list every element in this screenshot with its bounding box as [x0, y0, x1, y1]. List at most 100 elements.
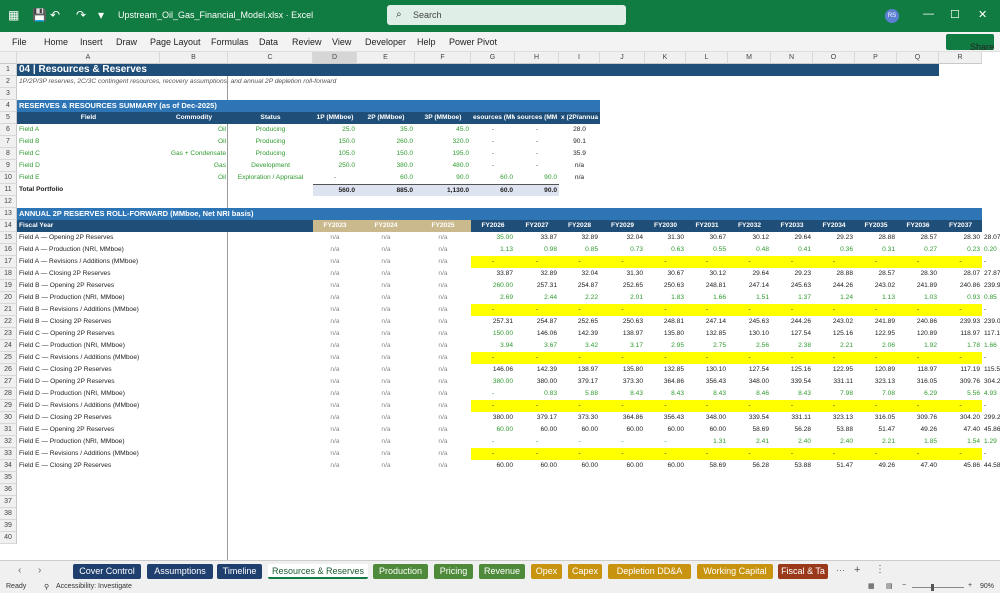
col-header-P[interactable]: P [855, 52, 897, 64]
row-header-29[interactable]: 29 [0, 400, 17, 412]
row-header-18[interactable]: 18 [0, 268, 17, 280]
row-header-28[interactable]: 28 [0, 388, 17, 400]
row-header-26[interactable]: 26 [0, 364, 17, 376]
row-header-7[interactable]: 7 [0, 136, 17, 148]
search-box[interactable]: ⌕ Search [387, 5, 626, 25]
col-header-K[interactable]: K [645, 52, 686, 64]
row-header-24[interactable]: 24 [0, 340, 17, 352]
row-header-32[interactable]: 32 [0, 436, 17, 448]
customize-toolbar-icon[interactable]: ▾ [98, 8, 104, 22]
row-header-22[interactable]: 22 [0, 316, 17, 328]
maximize-icon[interactable]: ☐ [950, 8, 960, 21]
close-icon[interactable]: ✕ [978, 8, 987, 21]
row-header-1[interactable]: 1 [0, 64, 17, 76]
row-header-8[interactable]: 8 [0, 148, 17, 160]
col-header-D[interactable]: D [313, 52, 357, 64]
row-header-19[interactable]: 19 [0, 280, 17, 292]
row-header-14[interactable]: 14 [0, 220, 17, 232]
row-header-35[interactable]: 35 [0, 472, 17, 484]
row-header-2[interactable]: 2 [0, 76, 17, 88]
sheet-tab-timeline[interactable]: Timeline [217, 564, 262, 579]
col-header-I[interactable]: I [559, 52, 600, 64]
col-header-B[interactable]: B [160, 52, 228, 64]
page-layout-icon[interactable]: ▤ [886, 582, 893, 590]
row-header-15[interactable]: 15 [0, 232, 17, 244]
col-header-H[interactable]: H [515, 52, 559, 64]
col-header-A[interactable]: A [17, 52, 160, 64]
row-header-33[interactable]: 33 [0, 448, 17, 460]
undo-icon[interactable]: ↶ [50, 8, 60, 22]
col-header-C[interactable]: C [228, 52, 313, 64]
sheet-tab-revenue[interactable]: Revenue [479, 564, 525, 579]
sheet-tab-depletion-dd-a[interactable]: Depletion DD&A [608, 564, 691, 579]
row-header-40[interactable]: 40 [0, 532, 17, 544]
redo-icon[interactable]: ↷ [76, 8, 86, 22]
menu-power-pivot[interactable]: Power Pivot [449, 37, 497, 47]
menu-file[interactable]: File [12, 37, 27, 47]
row-header-3[interactable]: 3 [0, 88, 17, 100]
scroll-right-icon[interactable]: › [38, 565, 41, 576]
sheet-menu-icon[interactable]: ⋮ [875, 564, 885, 575]
row-header-9[interactable]: 9 [0, 160, 17, 172]
sheet-tab-working-capital[interactable]: Working Capital [697, 564, 773, 579]
menu-insert[interactable]: Insert [80, 37, 103, 47]
col-header-R[interactable]: R [939, 52, 982, 64]
sheet-tab-fiscal-ta[interactable]: Fiscal & Ta [778, 564, 828, 579]
sheet-tab-capex[interactable]: Capex [568, 564, 602, 579]
share-button[interactable]: Share [946, 34, 994, 52]
col-header-O[interactable]: O [813, 52, 855, 64]
row-header-10[interactable]: 10 [0, 172, 17, 184]
sheet-tab-resources-reserves[interactable]: Resources & Reserves [268, 564, 368, 579]
col-header-Q[interactable]: Q [897, 52, 939, 64]
col-header-F[interactable]: F [415, 52, 471, 64]
row-header-36[interactable]: 36 [0, 484, 17, 496]
zoom-in-icon[interactable]: + [968, 582, 972, 589]
sheet-tab-opex[interactable]: Opex [531, 564, 562, 579]
row-header-4[interactable]: 4 [0, 100, 17, 112]
row-header-13[interactable]: 13 [0, 208, 17, 220]
row-header-20[interactable]: 20 [0, 292, 17, 304]
worksheet-grid[interactable]: A B C D E F G H I J K L M N O P Q R 1 2 3 4 5 6 7 8 9 10 11 12 13 14 15 1… [0, 52, 1000, 560]
row-header-16[interactable]: 16 [0, 244, 17, 256]
row-header-27[interactable]: 27 [0, 376, 17, 388]
row-header-39[interactable]: 39 [0, 520, 17, 532]
more-sheets-icon[interactable]: ··· [836, 565, 845, 575]
row-header-5[interactable]: 5 [0, 112, 17, 124]
menu-help[interactable]: Help [417, 37, 436, 47]
scroll-left-icon[interactable]: ‹ [18, 565, 21, 576]
normal-view-icon[interactable]: ▦ [868, 582, 875, 590]
col-header-L[interactable]: L [686, 52, 728, 64]
row-header-6[interactable]: 6 [0, 124, 17, 136]
menu-view[interactable]: View [332, 37, 351, 47]
menu-developer[interactable]: Developer [365, 37, 406, 47]
minimize-icon[interactable]: — [923, 8, 934, 20]
col-header-N[interactable]: N [771, 52, 813, 64]
sheet-tab-pricing[interactable]: Pricing [434, 564, 473, 579]
col-header-E[interactable]: E [357, 52, 415, 64]
sheet-tab-cover-control[interactable]: Cover Control [73, 564, 141, 579]
menu-home[interactable]: Home [44, 37, 68, 47]
zoom-slider-thumb[interactable] [931, 584, 934, 591]
col-header-M[interactable]: M [728, 52, 771, 64]
zoom-out-icon[interactable]: − [902, 582, 906, 589]
row-header-37[interactable]: 37 [0, 496, 17, 508]
select-all-corner[interactable] [0, 52, 17, 64]
row-header-21[interactable]: 21 [0, 304, 17, 316]
sheet-tab-assumptions[interactable]: Assumptions [147, 564, 213, 579]
menu-page-layout[interactable]: Page Layout [150, 37, 201, 47]
row-header-11[interactable]: 11 [0, 184, 17, 196]
menu-formulas[interactable]: Formulas [211, 37, 249, 47]
menu-draw[interactable]: Draw [116, 37, 137, 47]
sheet-tab-production[interactable]: Production [373, 564, 428, 579]
save-icon[interactable]: 💾 [32, 8, 47, 22]
col-header-J[interactable]: J [600, 52, 645, 64]
row-header-38[interactable]: 38 [0, 508, 17, 520]
row-header-31[interactable]: 31 [0, 424, 17, 436]
col-header-G[interactable]: G [471, 52, 515, 64]
avatar[interactable]: RS [885, 9, 899, 23]
row-header-17[interactable]: 17 [0, 256, 17, 268]
row-header-12[interactable]: 12 [0, 196, 17, 208]
zoom-slider[interactable] [912, 587, 964, 588]
add-sheet-icon[interactable]: + [854, 564, 860, 576]
row-header-25[interactable]: 25 [0, 352, 17, 364]
